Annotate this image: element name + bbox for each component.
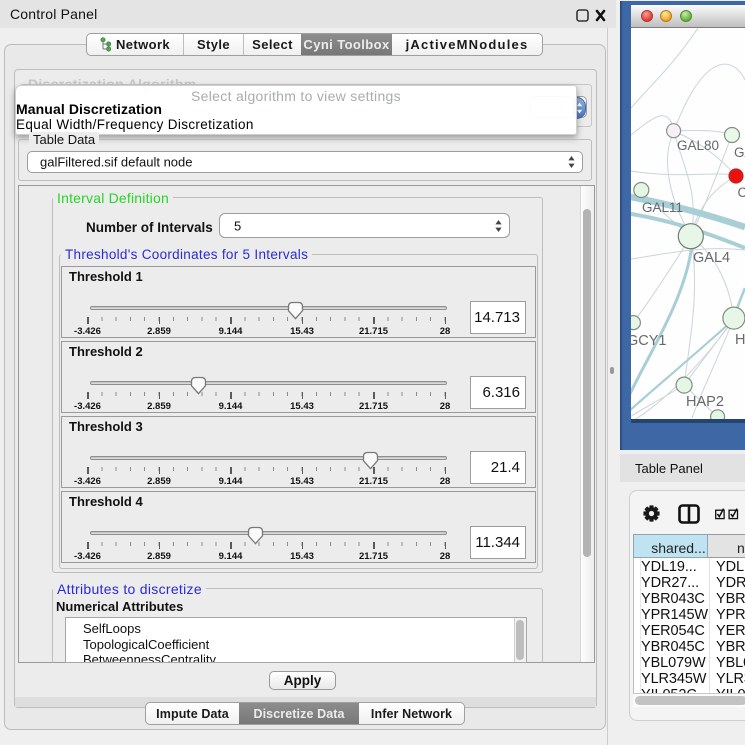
svg-text:GCY1: GCY1 <box>631 333 667 349</box>
svg-text:GA: GA <box>734 145 745 160</box>
svg-text:GAL80: GAL80 <box>677 138 719 153</box>
svg-text:GAL4: GAL4 <box>693 250 730 266</box>
svg-text:GAL11: GAL11 <box>642 200 683 215</box>
svg-text:H: H <box>735 332 745 348</box>
svg-text:HAP2: HAP2 <box>686 394 724 410</box>
svg-text:C: C <box>738 185 745 200</box>
